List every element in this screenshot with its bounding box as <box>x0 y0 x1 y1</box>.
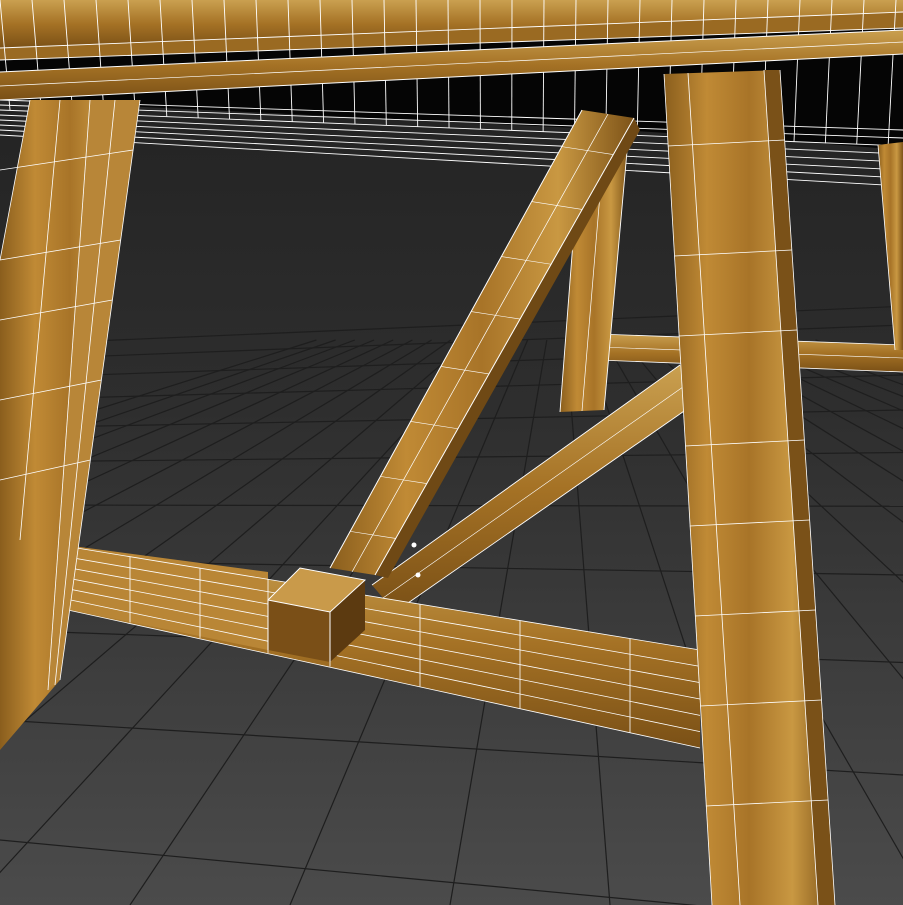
viewport-scene[interactable] <box>0 0 903 905</box>
3d-viewport[interactable] <box>0 0 903 905</box>
screw-head <box>415 572 421 578</box>
screw-head <box>411 542 417 548</box>
